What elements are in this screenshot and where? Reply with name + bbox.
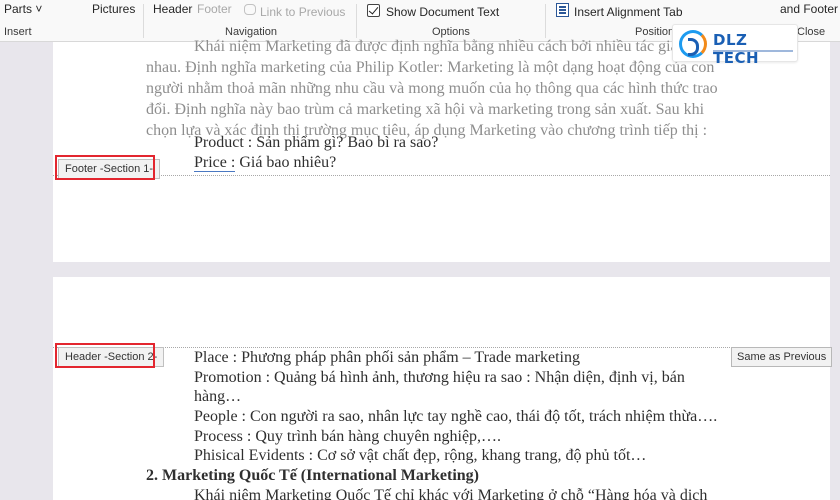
highlight-box	[55, 343, 155, 368]
footer-boundary	[53, 175, 830, 176]
parts-button[interactable]: Parts ˅	[4, 2, 42, 16]
body-text-line[interactable]: hàng…	[194, 388, 241, 406]
go-to-footer-button[interactable]: Footer	[197, 2, 232, 16]
ribbon-divider	[143, 4, 144, 38]
group-label-close: Close	[797, 26, 826, 38]
body-text-line[interactable]: Khái niệm Marketing Quốc Tế chỉ khác với…	[194, 487, 707, 500]
go-to-header-button[interactable]: Header	[153, 2, 192, 16]
pictures-button[interactable]: Pictures	[92, 2, 135, 16]
show-document-text-checkbox[interactable]	[367, 4, 380, 17]
header-boundary	[53, 347, 830, 348]
body-text-line[interactable]: People : Con người ra sao, nhân lực tay …	[194, 408, 717, 426]
logo-icon	[679, 30, 707, 58]
group-label-options: Options	[432, 26, 470, 38]
alignment-tab-icon	[556, 3, 569, 17]
logo-tagline	[713, 50, 793, 52]
body-text-line[interactable]: Phisical Evidents : Cơ sở vật chất đẹp, …	[194, 447, 646, 465]
body-text-line[interactable]: đổi. Định nghĩa này bao trùm cả marketin…	[146, 101, 704, 119]
watermark-logo: DLZ TECH	[672, 24, 798, 67]
link-icon	[244, 4, 256, 15]
price-label: Price :	[194, 154, 236, 172]
section-heading[interactable]: 2. Marketing Quốc Tế (International Mark…	[146, 467, 479, 485]
insert-alignment-tab-button[interactable]: Insert Alignment Tab	[574, 5, 683, 19]
body-text-line[interactable]: Khái niệm Marketing đã được định nghĩa b…	[194, 38, 678, 56]
ribbon-divider	[356, 4, 357, 38]
link-to-previous-button[interactable]: Link to Previous	[260, 5, 345, 19]
close-header-footer-button[interactable]: and Footer	[780, 2, 838, 16]
price-text: Giá bao nhiêu?	[235, 154, 337, 171]
show-document-text-label: Show Document Text	[386, 5, 500, 19]
logo-text: DLZ TECH	[713, 31, 760, 67]
price-line[interactable]: Price : Giá bao nhiêu?	[194, 154, 336, 172]
group-label-navigation: Navigation	[225, 26, 277, 38]
body-text-line[interactable]: Place : Phương pháp phân phối sản phẩm –…	[194, 349, 580, 367]
body-text-line[interactable]: Process : Quy trình bán hàng chuyên nghi…	[194, 428, 501, 446]
body-text-line[interactable]: người nhằm thoả mãn những nhu cầu và mon…	[146, 80, 718, 98]
highlight-box	[55, 155, 155, 180]
product-line[interactable]: Product : Sản phẩm gì? Bao bì ra sao?	[194, 134, 438, 152]
group-label-insert: Insert	[4, 26, 32, 38]
ribbon-divider	[545, 4, 546, 38]
same-as-previous-tag: Same as Previous	[731, 347, 833, 367]
body-text-line[interactable]: Promotion : Quảng bá hình ảnh, thương hi…	[194, 369, 685, 387]
body-text-line[interactable]: nhau. Định nghĩa marketing của Philip Ko…	[146, 59, 714, 77]
group-label-position: Position	[635, 26, 675, 38]
